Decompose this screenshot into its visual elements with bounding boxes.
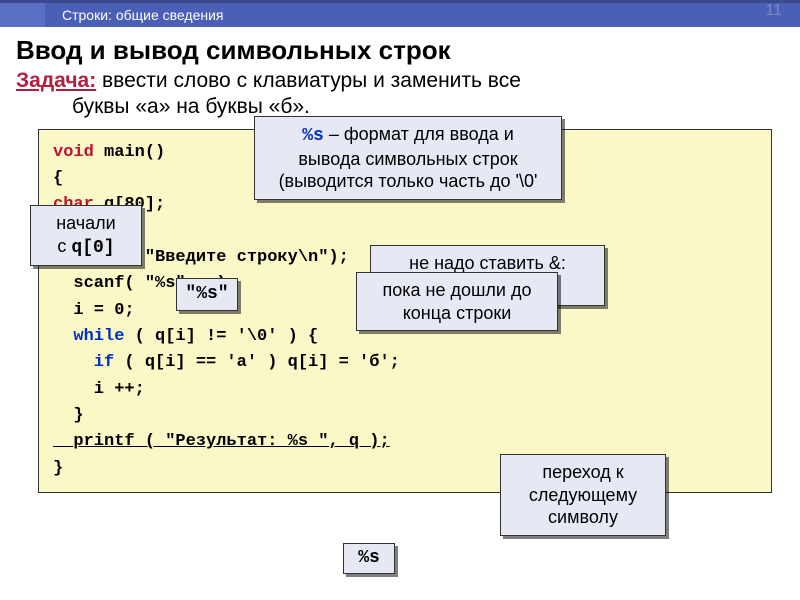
header-bar: Строки: общие сведения [0, 0, 800, 27]
annot-text: (выводится только часть до '\0' [259, 170, 557, 193]
code-line: if ( q[i] == 'а' ) q[i] = 'б'; [53, 350, 757, 376]
task-line1: ввести слово с клавиатуры и заменить все [96, 69, 521, 92]
code-line: } [53, 403, 757, 429]
annot-text: %s – формат для ввода и [259, 123, 557, 148]
task-description: Задача: ввести слово с клавиатуры и заме… [0, 68, 800, 123]
annot-text: вывода символьных строк [259, 148, 557, 171]
code-line: int i; [53, 219, 757, 245]
code-line: i ++; [53, 377, 757, 403]
annot-text: пока не дошли до [361, 279, 553, 302]
annot-text: начали [35, 212, 137, 235]
annot-text: конца строки [361, 302, 553, 325]
annot-text: следующему [505, 484, 661, 507]
breadcrumb: Строки: общие сведения [62, 7, 224, 23]
header-accent [0, 3, 45, 27]
annotation-format-string: "%s" [176, 278, 238, 311]
annot-text: переход к [505, 461, 661, 484]
page-number: 11 [765, 2, 782, 20]
annot-text: символу [505, 506, 661, 529]
annot-text: с q[0] [35, 235, 137, 260]
slide-title: Ввод и вывод символьных строк [0, 27, 800, 68]
task-label: Задача: [16, 69, 96, 92]
annotation-percent-s-format: %s – формат для ввода и вывода символьны… [254, 116, 562, 200]
annotation-while-loop: пока не дошли до конца строки [356, 272, 558, 331]
annotation-start-q0: начали с q[0] [30, 205, 142, 266]
code-line: printf ( "Результат: %s ", q ); [53, 429, 757, 455]
annotation-format-s-bottom: %s [343, 543, 395, 574]
annotation-next-symbol: переход к следующему символу [500, 454, 666, 536]
